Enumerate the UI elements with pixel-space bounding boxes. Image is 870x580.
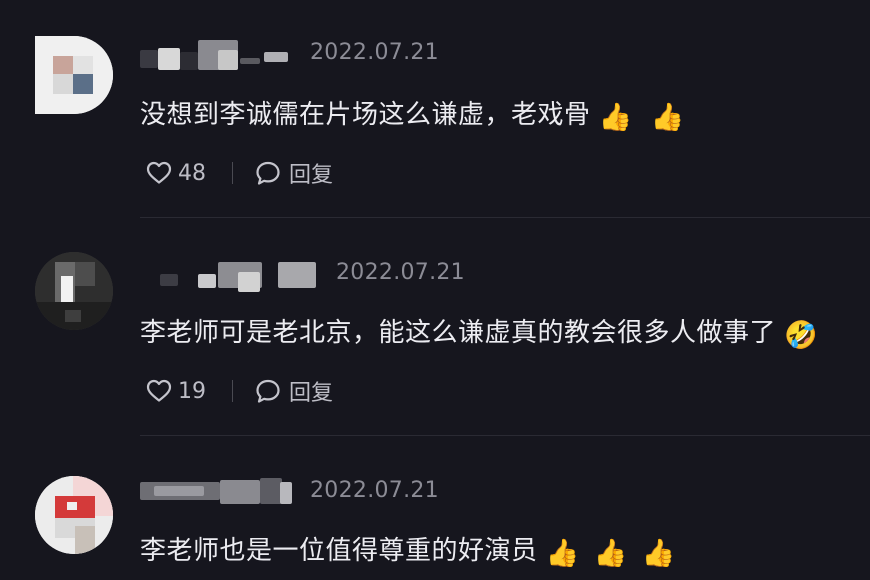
- reply-button[interactable]: 回复: [255, 157, 333, 189]
- thumbs-up-emoji: 👍: [593, 538, 628, 569]
- avatar[interactable]: [35, 36, 113, 114]
- username-blurred[interactable]: [140, 258, 330, 292]
- comment-date: 2022.07.21: [336, 260, 465, 285]
- heart-outline-icon: [146, 379, 172, 403]
- reply-button[interactable]: 回复: [255, 375, 333, 407]
- username-blurred[interactable]: [140, 38, 310, 70]
- comment-item: 2022.07.21 没想到李诚儒在片场这么谦虚，老戏骨 👍 👍 48 回复: [0, 0, 870, 218]
- heart-outline-icon: [146, 161, 172, 185]
- comment-text: 没想到李诚儒在片场这么谦虚，老戏骨 👍 👍: [140, 94, 685, 133]
- thumbs-up-emoji: 👍: [545, 538, 580, 569]
- comment-actions: 48 回复: [146, 158, 333, 188]
- comment-item: 2022.07.21 李老师也是一位值得尊重的好演员 👍 👍 👍: [0, 436, 870, 580]
- speech-bubble-icon: [255, 160, 281, 186]
- avatar[interactable]: [35, 476, 113, 554]
- avatar[interactable]: [35, 252, 113, 330]
- comment-item: 2022.07.21 李老师可是老北京，能这么谦虚真的教会很多人做事了 🤣 19 …: [0, 218, 870, 436]
- like-count: 19: [178, 378, 206, 404]
- rolling-laughing-emoji: 🤣: [784, 320, 819, 351]
- comment-list: 2022.07.21 没想到李诚儒在片场这么谦虚，老戏骨 👍 👍 48 回复 2…: [0, 0, 870, 580]
- reply-label: 回复: [289, 163, 334, 188]
- comment-text-body: 李老师可是老北京，能这么谦虚真的教会很多人做事了: [140, 318, 777, 348]
- like-button[interactable]: 48: [146, 161, 206, 186]
- thumbs-up-emoji: 👍: [598, 102, 633, 133]
- action-divider: [232, 162, 233, 184]
- comment-text: 李老师也是一位值得尊重的好演员 👍 👍 👍: [140, 530, 676, 569]
- thumbs-up-emoji: 👍: [641, 538, 676, 569]
- comment-date: 2022.07.21: [310, 40, 439, 65]
- action-divider: [232, 380, 233, 402]
- reply-label: 回复: [289, 381, 334, 406]
- comment-text-body: 没想到李诚儒在片场这么谦虚，老戏骨: [140, 100, 591, 130]
- comment-actions: 19 回复: [146, 376, 333, 406]
- like-count: 48: [178, 160, 206, 186]
- like-button[interactable]: 19: [146, 379, 206, 404]
- comment-date: 2022.07.21: [310, 478, 439, 503]
- username-blurred[interactable]: [140, 476, 300, 506]
- comment-text: 李老师可是老北京，能这么谦虚真的教会很多人做事了 🤣: [140, 312, 818, 351]
- comment-text-body: 李老师也是一位值得尊重的好演员: [140, 536, 538, 566]
- speech-bubble-icon: [255, 378, 281, 404]
- thumbs-up-emoji: 👍: [650, 102, 685, 133]
